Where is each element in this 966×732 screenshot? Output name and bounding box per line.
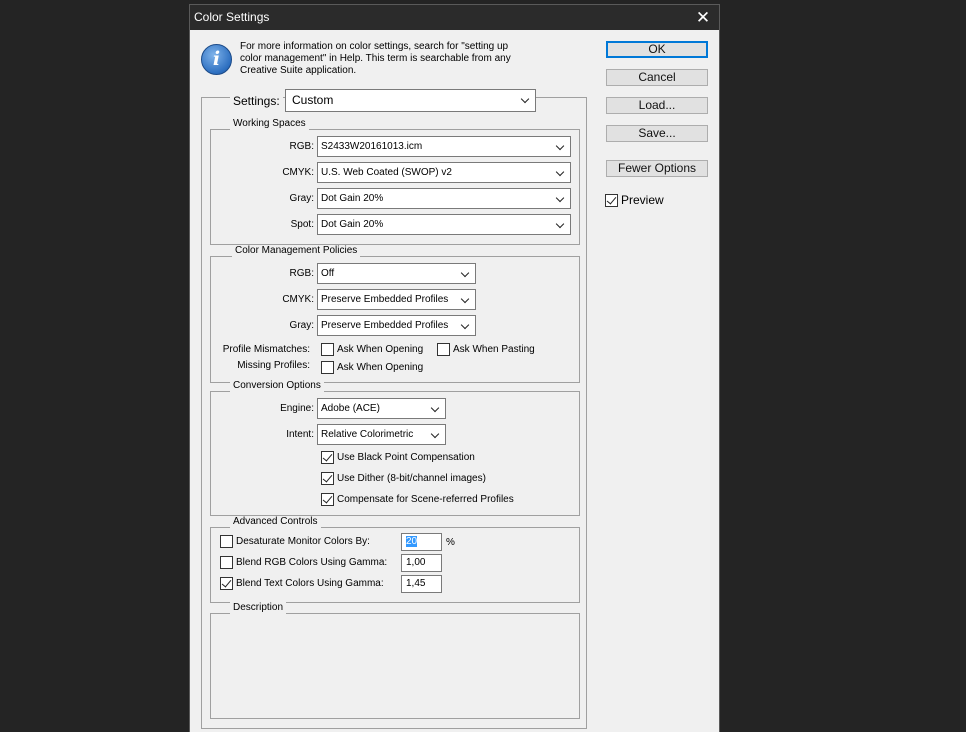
- close-icon[interactable]: ✕: [691, 5, 715, 30]
- dither-label: Use Dither (8-bit/channel images): [337, 473, 486, 484]
- missing-ask-opening-label: Ask When Opening: [337, 362, 424, 373]
- policies-title: Color Management Policies: [232, 245, 361, 257]
- engine-select[interactable]: Adobe (ACE): [317, 398, 446, 419]
- pol-rgb-select[interactable]: Off: [317, 263, 476, 284]
- ws-rgb-value: S2433W20161013.icm: [321, 141, 423, 152]
- ws-cmyk-select[interactable]: U.S. Web Coated (SWOP) v2: [317, 162, 571, 183]
- ws-gray-label: Gray:: [289, 193, 314, 204]
- ws-rgb-select[interactable]: S2433W20161013.icm: [317, 136, 571, 157]
- color-settings-dialog: Color Settings ✕ i For more information …: [189, 4, 720, 732]
- black-point-checkbox[interactable]: [321, 451, 334, 464]
- blend-rgb-checkbox[interactable]: [220, 556, 233, 569]
- pol-gray-select[interactable]: Preserve Embedded Profiles: [317, 315, 476, 336]
- description-group: [210, 613, 580, 719]
- desaturate-input[interactable]: 20: [401, 533, 442, 551]
- ws-spot-select[interactable]: Dot Gain 20%: [317, 214, 571, 235]
- dialog-title: Color Settings: [194, 10, 270, 24]
- ws-gray-value: Dot Gain 20%: [321, 193, 384, 204]
- mismatch-ask-pasting-label: Ask When Pasting: [453, 344, 535, 355]
- dither-checkbox[interactable]: [321, 472, 334, 485]
- info-line-2: color management" in Help. This term is …: [240, 53, 511, 64]
- intent-label: Intent:: [286, 429, 314, 440]
- engine-label: Engine:: [280, 403, 314, 414]
- settings-select[interactable]: Custom: [285, 89, 536, 112]
- load-button[interactable]: Load...: [606, 97, 708, 114]
- mismatch-ask-opening-checkbox[interactable]: [321, 343, 334, 356]
- ws-spot-value: Dot Gain 20%: [321, 219, 384, 230]
- pol-cmyk-select[interactable]: Preserve Embedded Profiles: [317, 289, 476, 310]
- preview-label: Preview: [621, 193, 664, 207]
- ws-cmyk-label: CMYK:: [282, 167, 314, 178]
- mismatch-ask-opening-label: Ask When Opening: [337, 344, 424, 355]
- chevron-down-icon: [521, 90, 531, 111]
- chevron-down-icon: [431, 399, 441, 418]
- chevron-down-icon: [556, 189, 566, 208]
- working-spaces-title: Working Spaces: [230, 118, 309, 130]
- scene-referred-label: Compensate for Scene-referred Profiles: [337, 494, 514, 505]
- info-text: For more information on color settings, …: [240, 41, 530, 77]
- chevron-down-icon: [556, 137, 566, 156]
- settings-value: Custom: [292, 93, 334, 107]
- description-title: Description: [230, 602, 287, 614]
- ok-button[interactable]: OK: [606, 41, 708, 58]
- scene-referred-checkbox[interactable]: [321, 493, 334, 506]
- pol-gray-label: Gray:: [289, 320, 314, 331]
- chevron-down-icon: [461, 316, 471, 335]
- desaturate-checkbox[interactable]: [220, 535, 233, 548]
- ws-cmyk-value: U.S. Web Coated (SWOP) v2: [321, 167, 452, 178]
- settings-label: Settings:: [230, 93, 283, 109]
- pol-gray-value: Preserve Embedded Profiles: [321, 320, 449, 331]
- percent-label: %: [446, 537, 455, 548]
- blend-text-label: Blend Text Colors Using Gamma:: [236, 578, 384, 589]
- advanced-title: Advanced Controls: [230, 516, 321, 528]
- desaturate-value: 20: [406, 536, 418, 547]
- info-icon: i: [201, 44, 232, 75]
- pol-rgb-value: Off: [321, 268, 335, 279]
- intent-select[interactable]: Relative Colorimetric: [317, 424, 446, 445]
- missing-profiles-label: Missing Profiles:: [237, 360, 310, 371]
- mismatch-ask-pasting-checkbox[interactable]: [437, 343, 450, 356]
- ws-spot-label: Spot:: [290, 219, 314, 230]
- blend-rgb-input[interactable]: 1,00: [401, 554, 442, 572]
- chevron-down-icon: [556, 163, 566, 182]
- profile-mismatches-label: Profile Mismatches:: [222, 344, 310, 355]
- pol-cmyk-value: Preserve Embedded Profiles: [321, 294, 449, 305]
- info-line-3: Creative Suite application.: [240, 65, 357, 76]
- black-point-label: Use Black Point Compensation: [337, 452, 475, 463]
- save-button[interactable]: Save...: [606, 125, 708, 142]
- ws-rgb-label: RGB:: [289, 141, 314, 152]
- chevron-down-icon: [556, 215, 566, 234]
- engine-value: Adobe (ACE): [321, 403, 380, 414]
- conversion-title: Conversion Options: [230, 380, 324, 392]
- chevron-down-icon: [461, 290, 471, 309]
- pol-cmyk-label: CMYK:: [282, 294, 314, 305]
- title-bar: Color Settings ✕: [190, 5, 719, 30]
- desaturate-label: Desaturate Monitor Colors By:: [236, 536, 370, 547]
- info-line-1: For more information on color settings, …: [240, 41, 509, 52]
- fewer-options-button[interactable]: Fewer Options: [606, 160, 708, 177]
- ws-gray-select[interactable]: Dot Gain 20%: [317, 188, 571, 209]
- chevron-down-icon: [431, 425, 441, 444]
- blend-text-input[interactable]: 1,45: [401, 575, 442, 593]
- blend-text-checkbox[interactable]: [220, 577, 233, 590]
- chevron-down-icon: [461, 264, 471, 283]
- cancel-button[interactable]: Cancel: [606, 69, 708, 86]
- intent-value: Relative Colorimetric: [321, 429, 414, 440]
- pol-rgb-label: RGB:: [289, 268, 314, 279]
- blend-rgb-label: Blend RGB Colors Using Gamma:: [236, 557, 388, 568]
- preview-checkbox[interactable]: [605, 194, 618, 207]
- missing-ask-opening-checkbox[interactable]: [321, 361, 334, 374]
